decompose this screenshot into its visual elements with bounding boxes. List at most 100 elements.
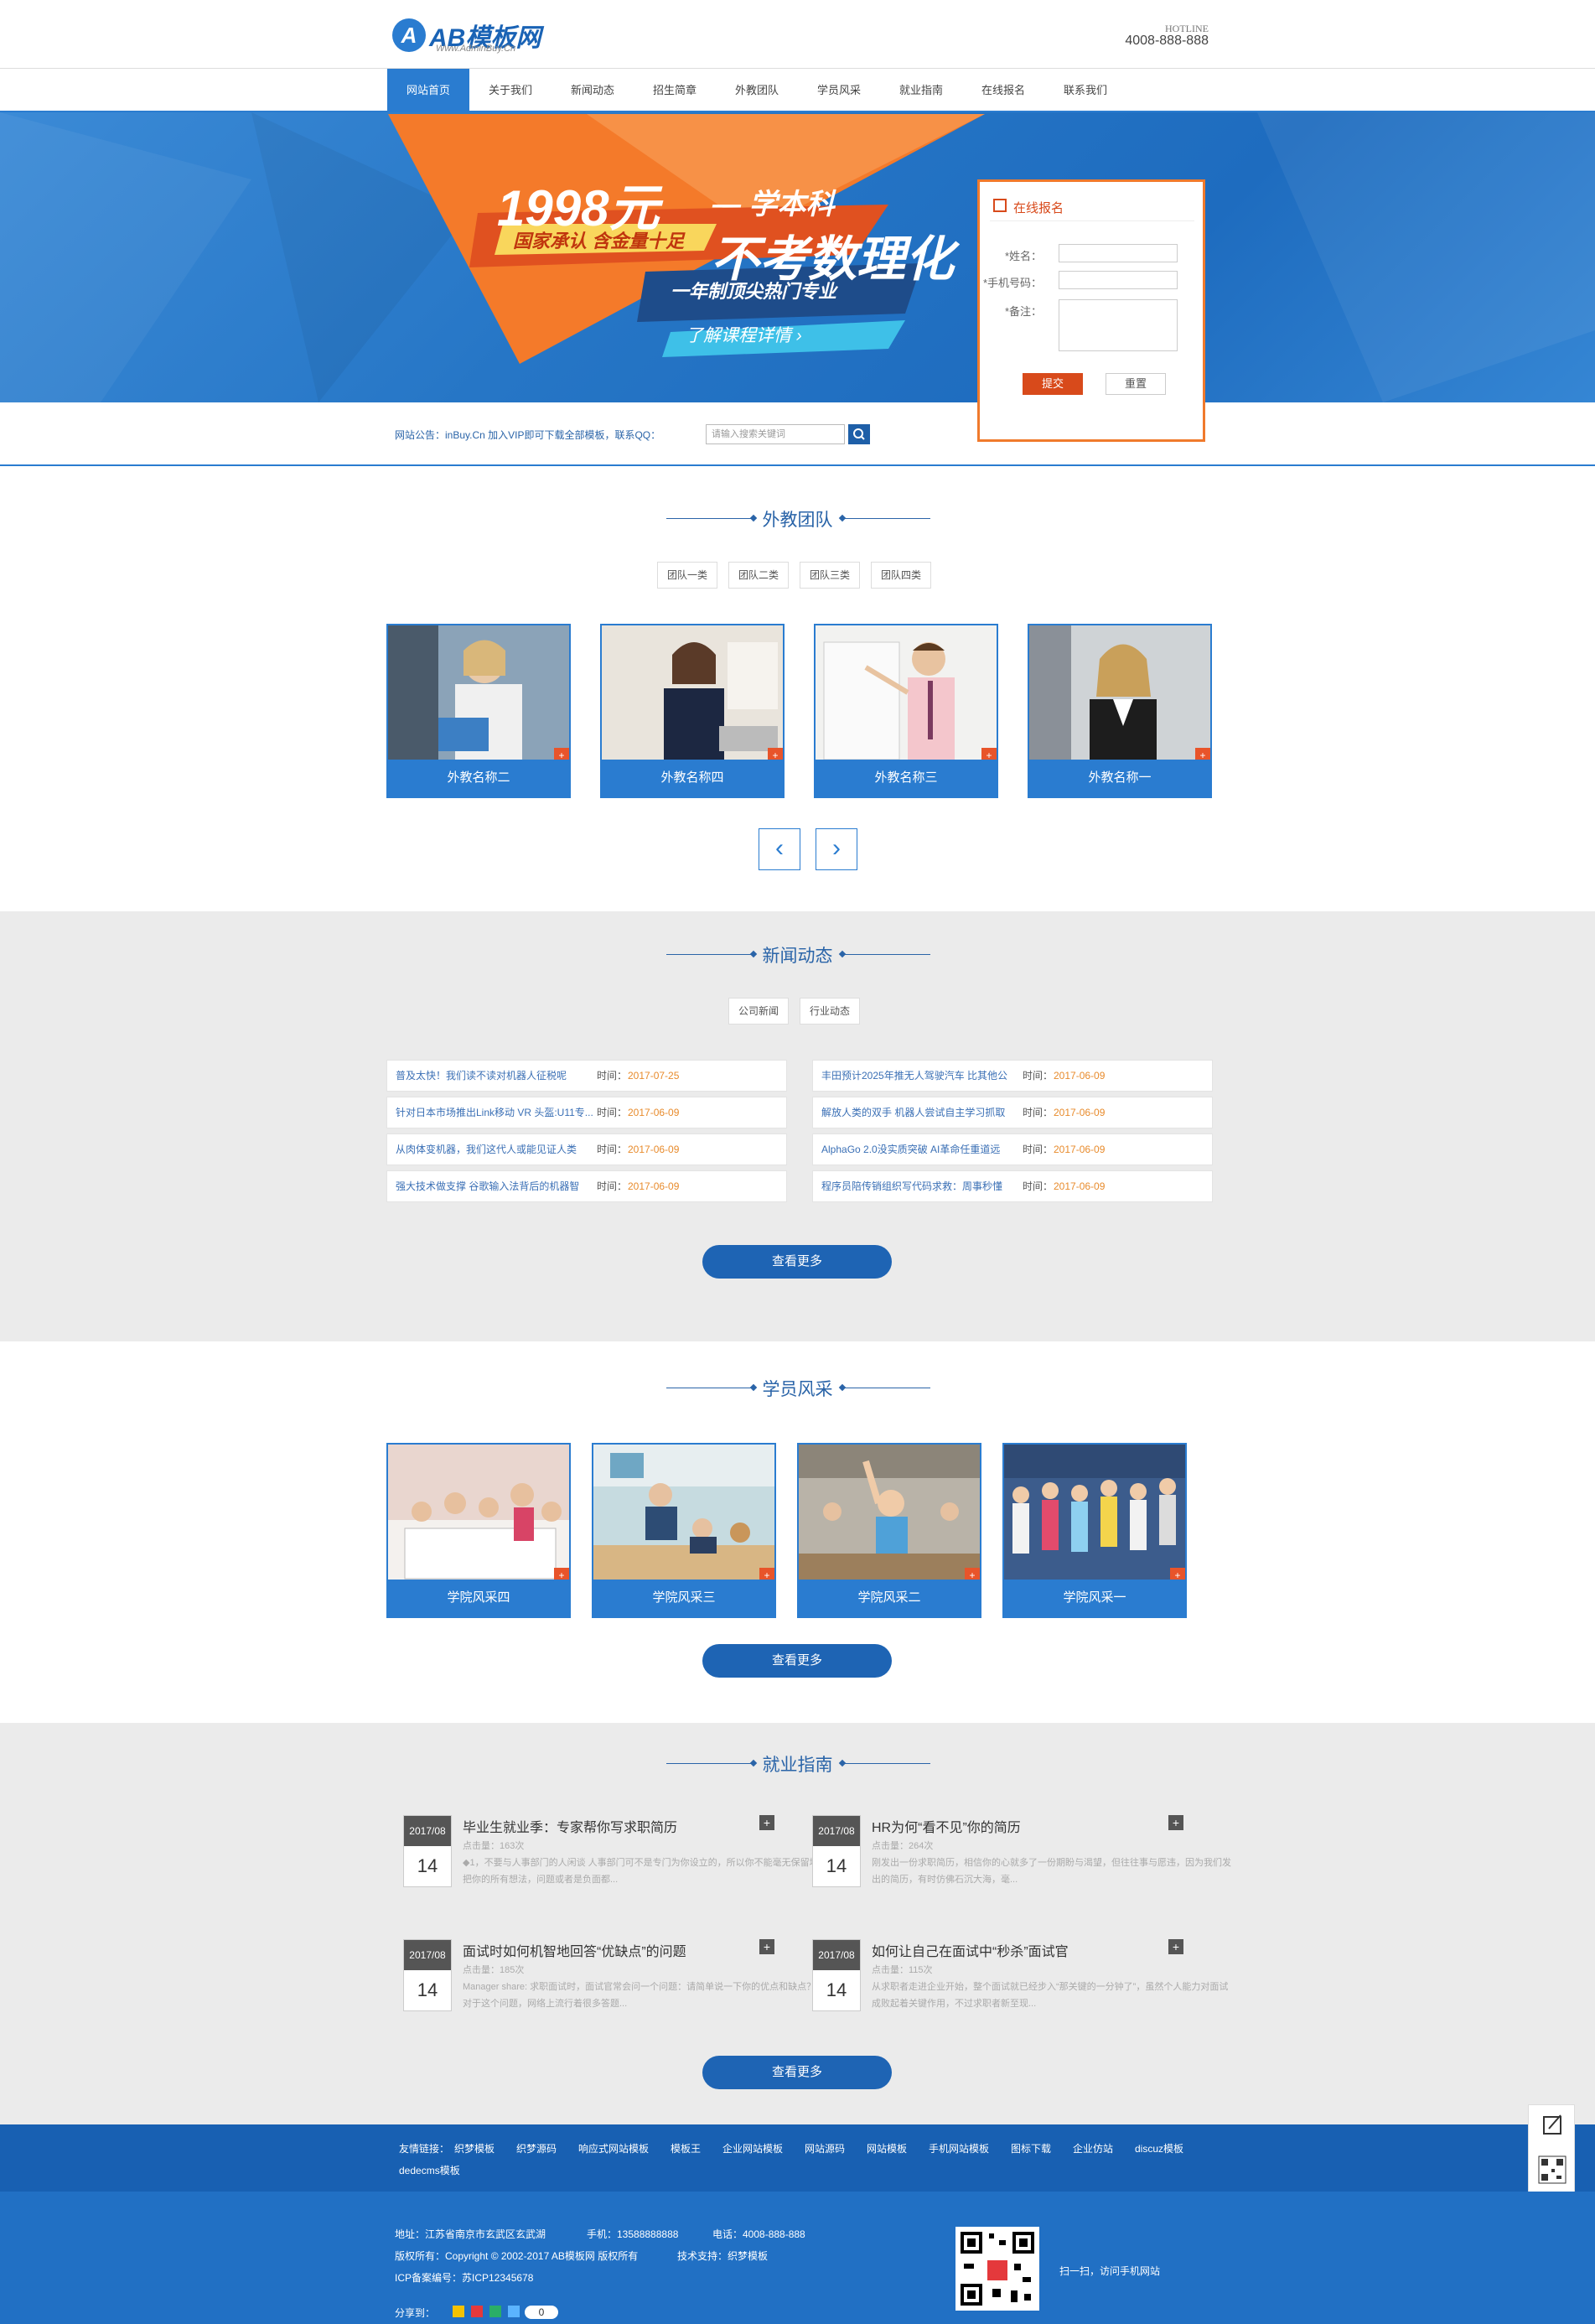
- news-title: 解放人类的双手 机器人尝试自主学习抓取: [821, 1107, 1006, 1118]
- news-item[interactable]: 程序员陪传销组织写代码求救：周事秒懂 时间： 2017-06-09: [812, 1170, 1213, 1202]
- links-label: 友情链接：: [399, 2143, 450, 2155]
- nav-item-guide[interactable]: 就业指南: [880, 69, 962, 112]
- tab-team-1[interactable]: 团队一类: [657, 562, 717, 589]
- news-date: 2017-07-25: [628, 1070, 680, 1082]
- friend-link[interactable]: 图标下载: [1011, 2141, 1051, 2155]
- reset-button[interactable]: 重置: [1106, 373, 1166, 395]
- submit-button[interactable]: 提交: [1023, 373, 1083, 395]
- tab-team-2[interactable]: 团队二类: [728, 562, 789, 589]
- news-title: AlphaGo 2.0没实质突破 AI革命任重道远: [821, 1144, 1001, 1155]
- guide-item-desc: Manager share: 求职面试时，面试官常会问一个问题：请简单说一下你的…: [463, 1982, 816, 2009]
- friend-link[interactable]: 织梦源码: [516, 2141, 557, 2155]
- footer-copyright: 版权所有：Copyright © 2002-2017 AB模板网 版权所有: [395, 2250, 639, 2262]
- date-year-month: 2017/08: [813, 1940, 860, 1970]
- search-input[interactable]: 请输入搜索关键词: [706, 424, 845, 444]
- friend-link[interactable]: 响应式网站模板: [578, 2141, 649, 2155]
- tab-team-3[interactable]: 团队三类: [800, 562, 860, 589]
- student-card[interactable]: + 学院风采四: [386, 1443, 571, 1618]
- share-qzone-icon[interactable]: [453, 2306, 464, 2317]
- qr-code-icon[interactable]: [1529, 2151, 1576, 2193]
- friend-link[interactable]: 网站模板: [867, 2141, 907, 2155]
- friend-link[interactable]: 模板王: [671, 2141, 701, 2155]
- phone-label: *手机号码：: [982, 277, 1042, 289]
- plus-icon[interactable]: +: [1168, 1939, 1183, 1954]
- nav-item-students[interactable]: 学员风采: [798, 69, 880, 112]
- friend-link[interactable]: discuz模板: [1135, 2141, 1183, 2155]
- student-card[interactable]: + 学院风采一: [1002, 1443, 1187, 1618]
- edit-icon: [993, 199, 1007, 212]
- name-field[interactable]: [1059, 244, 1178, 262]
- teacher-card[interactable]: + 外教名称二: [386, 624, 571, 798]
- share-more-icon[interactable]: [508, 2306, 520, 2317]
- guide-item-title[interactable]: 毕业生就业季：专家帮你写求职简历: [463, 1816, 677, 1836]
- friend-link[interactable]: dedecms模板: [399, 2163, 460, 2177]
- friend-link[interactable]: 织梦模板: [454, 2141, 495, 2155]
- news-item[interactable]: AlphaGo 2.0没实质突破 AI革命任重道远 时间： 2017-06-09: [812, 1133, 1213, 1165]
- tab-industry-news[interactable]: 行业动态: [800, 998, 860, 1025]
- date-day: 14: [826, 1979, 847, 2000]
- date-box: 2017/08 14: [403, 1815, 452, 1887]
- nav-item-teachers[interactable]: 外教团队: [716, 69, 798, 112]
- friend-link[interactable]: 企业仿站: [1073, 2141, 1113, 2155]
- teacher-card[interactable]: + 外教名称一: [1028, 624, 1212, 798]
- guide-more-button[interactable]: 查看更多: [702, 2056, 892, 2089]
- student-card[interactable]: + 学院风采三: [592, 1443, 776, 1618]
- share-weibo-icon[interactable]: [471, 2306, 483, 2317]
- teacher-card[interactable]: + 外教名称四: [600, 624, 785, 798]
- guide-item-title[interactable]: 面试时如何机智地回答“优缺点”的问题: [463, 1940, 686, 1960]
- news-title: 丰田预计2025年推无人驾驶汽车 比其他公: [821, 1070, 1008, 1082]
- date-year-month: 2017/08: [813, 1816, 860, 1846]
- guide-item-title[interactable]: HR为何“看不见”你的简历: [872, 1816, 1021, 1836]
- nav-item-signup[interactable]: 在线报名: [962, 69, 1044, 112]
- news-item[interactable]: 普及太快！我们读不读对机器人征税呢 时间： 2017-07-25: [386, 1060, 787, 1092]
- news-item[interactable]: 强大技术做支撑 谷歌输入法背后的机器智 时间： 2017-06-09: [386, 1170, 787, 1202]
- plus-icon[interactable]: +: [759, 1815, 774, 1830]
- news-date: 2017-06-09: [628, 1144, 680, 1155]
- share-wechat-icon[interactable]: [489, 2306, 501, 2317]
- notice-text: 网站公告：inBuy.Cn 加入VIP即可下载全部模板，联系QQ：: [395, 429, 661, 441]
- phone-field[interactable]: [1059, 271, 1178, 289]
- news-date: 2017-06-09: [628, 1180, 680, 1192]
- news-item[interactable]: 丰田预计2025年推无人驾驶汽车 比其他公 时间： 2017-06-09: [812, 1060, 1213, 1092]
- friend-link[interactable]: 企业网站模板: [722, 2141, 783, 2155]
- guide-item-views: 点击量：185次: [463, 1965, 525, 1975]
- site-header: [0, 0, 1595, 69]
- student-card[interactable]: + 学院风采二: [797, 1443, 981, 1618]
- signup-form-title: 在线报名: [1013, 201, 1064, 215]
- friend-link[interactable]: 手机网站模板: [929, 2141, 989, 2155]
- note-field[interactable]: [1059, 299, 1178, 351]
- nav-item-about[interactable]: 关于我们: [469, 69, 552, 112]
- friend-link[interactable]: 网站源码: [805, 2141, 845, 2155]
- news-title: 从肉体变机器，我们这代人或能见证人类: [396, 1144, 577, 1155]
- logo-icon[interactable]: A: [392, 18, 426, 52]
- nav-item-admission[interactable]: 招生简章: [634, 69, 716, 112]
- teacher-card[interactable]: + 外教名称三: [814, 624, 998, 798]
- tab-team-4[interactable]: 团队四类: [871, 562, 931, 589]
- tab-company-news[interactable]: 公司新闻: [728, 998, 789, 1025]
- qr-caption: 扫一扫，访问手机网站: [1059, 2265, 1161, 2277]
- heading-line: [842, 954, 930, 955]
- next-button[interactable]: ›: [816, 828, 857, 870]
- teacher-name: 外教名称四: [602, 760, 783, 796]
- news-more-button[interactable]: 查看更多: [702, 1245, 892, 1279]
- plus-icon[interactable]: +: [759, 1939, 774, 1954]
- news-item[interactable]: 从肉体变机器，我们这代人或能见证人类 时间： 2017-06-09: [386, 1133, 787, 1165]
- guide-item-title[interactable]: 如何让自己在面试中“秒杀”面试官: [872, 1940, 1069, 1960]
- banner-more-link[interactable]: 了解课程详情 ›: [686, 322, 802, 347]
- plus-icon[interactable]: +: [1168, 1815, 1183, 1830]
- edit-icon[interactable]: [1529, 2105, 1576, 2147]
- nav-item-home[interactable]: 网站首页: [387, 69, 469, 112]
- news-item[interactable]: 针对日本市场推出Link移动 VR 头盔:U11专... 时间： 2017-06-0…: [386, 1097, 787, 1128]
- search-button[interactable]: [848, 424, 870, 444]
- heading-line: [842, 1763, 930, 1764]
- qr-code: [955, 2227, 1039, 2311]
- prev-button[interactable]: ‹: [759, 828, 800, 870]
- nav-item-news[interactable]: 新闻动态: [552, 69, 634, 112]
- nav-item-contact[interactable]: 联系我们: [1044, 69, 1126, 112]
- site-footer: [0, 2192, 1595, 2324]
- note-label: *备注：: [1004, 305, 1042, 318]
- news-item[interactable]: 解放人类的双手 机器人尝试自主学习抓取 时间： 2017-06-09: [812, 1097, 1213, 1128]
- date-box: 2017/08 14: [403, 1939, 452, 2011]
- signup-form: 在线报名 *姓名： *手机号码： *备注： 提交 重置: [977, 179, 1205, 442]
- students-more-button[interactable]: 查看更多: [702, 1644, 892, 1678]
